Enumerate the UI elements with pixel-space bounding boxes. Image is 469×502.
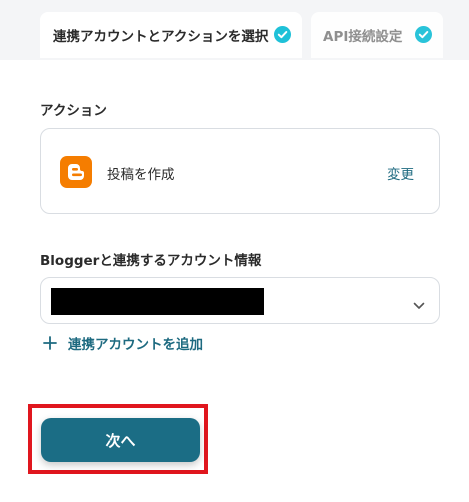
tab-api-settings[interactable]: API接続設定 [311,12,443,58]
redacted-account-value [51,288,264,315]
account-select[interactable] [40,277,440,324]
add-account-link[interactable]: 連携アカウントを追加 [42,333,203,353]
next-button[interactable]: 次へ [41,418,200,462]
check-circle-icon [274,26,291,43]
change-action-link[interactable]: 変更 [387,163,414,183]
account-section-label: Bloggerと連携するアカウント情報 [40,253,262,269]
blogger-icon [60,156,92,188]
check-circle-icon [415,26,432,43]
tab-label: API接続設定 [323,29,403,45]
tab-bar: 連携アカウントとアクションを選択 API接続設定 [0,0,469,60]
plus-icon [42,335,58,351]
action-title: 投稿を作成 [107,167,175,183]
tab-label: 連携アカウントとアクションを選択 [53,29,269,45]
tab-select-account-action[interactable]: 連携アカウントとアクションを選択 [40,12,302,58]
action-section-label: アクション [40,103,107,119]
chevron-down-icon [413,295,425,314]
add-account-label: 連携アカウントを追加 [68,337,203,353]
action-card: 投稿を作成 変更 [40,128,440,214]
